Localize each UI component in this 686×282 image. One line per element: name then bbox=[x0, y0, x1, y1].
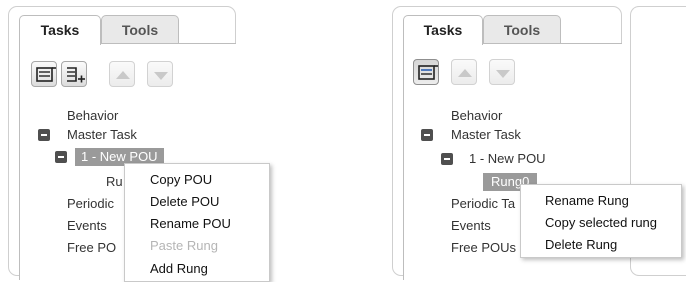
move-down-icon bbox=[154, 72, 168, 80]
menu-copy-selected-rung[interactable]: Copy selected rung bbox=[545, 215, 657, 230]
collapse-all-icon bbox=[36, 67, 56, 82]
move-down-icon bbox=[496, 70, 510, 78]
menu-rename-pou[interactable]: Rename POU bbox=[150, 216, 231, 231]
move-up-icon bbox=[116, 71, 130, 79]
left-tab-divider bbox=[179, 43, 227, 44]
tree-free-pous[interactable]: Free POUs bbox=[451, 240, 516, 255]
tree-behavior[interactable]: Behavior bbox=[67, 108, 118, 123]
tab-tasks[interactable]: Tasks bbox=[403, 15, 483, 45]
collapse-all-button[interactable] bbox=[31, 61, 57, 87]
move-down-button[interactable] bbox=[489, 59, 515, 85]
tab-tools[interactable]: Tools bbox=[483, 15, 561, 43]
pou-context-menu: Copy POU Delete POU Rename POU Paste Run… bbox=[124, 163, 270, 282]
menu-delete-rung[interactable]: Delete Rung bbox=[545, 237, 617, 252]
menu-copy-pou[interactable]: Copy POU bbox=[150, 172, 212, 187]
tab-tasks[interactable]: Tasks bbox=[19, 15, 101, 45]
menu-delete-pou[interactable]: Delete POU bbox=[150, 194, 219, 209]
move-up-button[interactable] bbox=[451, 59, 477, 85]
collapse-toggle-icon[interactable] bbox=[55, 151, 67, 163]
rung-context-menu: Rename Rung Copy selected rung Delete Ru… bbox=[520, 184, 682, 258]
tree-master-task[interactable]: Master Task bbox=[451, 127, 521, 142]
tree-free-pous[interactable]: Free PO bbox=[67, 240, 116, 255]
collapse-all-button[interactable] bbox=[413, 59, 439, 85]
tab-tools[interactable]: Tools bbox=[101, 15, 179, 43]
menu-add-rung[interactable]: Add Rung bbox=[150, 261, 208, 276]
tree-periodic[interactable]: Periodic bbox=[67, 196, 114, 211]
tree-rung[interactable]: Ru bbox=[106, 174, 123, 189]
move-up-button[interactable] bbox=[109, 61, 135, 87]
tree-pou[interactable]: 1 - New POU bbox=[469, 151, 546, 166]
expand-add-button[interactable] bbox=[61, 61, 87, 87]
collapse-toggle-icon[interactable] bbox=[38, 129, 50, 141]
collapse-toggle-icon[interactable] bbox=[421, 129, 433, 141]
collapse-toggle-icon[interactable] bbox=[441, 153, 453, 165]
tree-events[interactable]: Events bbox=[67, 218, 107, 233]
expand-add-icon bbox=[67, 67, 85, 83]
tree-periodic[interactable]: Periodic Ta bbox=[451, 196, 515, 211]
right-tab-divider bbox=[561, 43, 613, 44]
move-up-icon bbox=[458, 69, 472, 77]
collapse-all-icon bbox=[418, 65, 438, 80]
tree-master-task[interactable]: Master Task bbox=[67, 127, 137, 142]
move-down-button[interactable] bbox=[147, 61, 173, 87]
tree-behavior[interactable]: Behavior bbox=[451, 108, 502, 123]
menu-rename-rung[interactable]: Rename Rung bbox=[545, 193, 629, 208]
menu-paste-rung: Paste Rung bbox=[150, 238, 218, 253]
tree-events[interactable]: Events bbox=[451, 218, 491, 233]
